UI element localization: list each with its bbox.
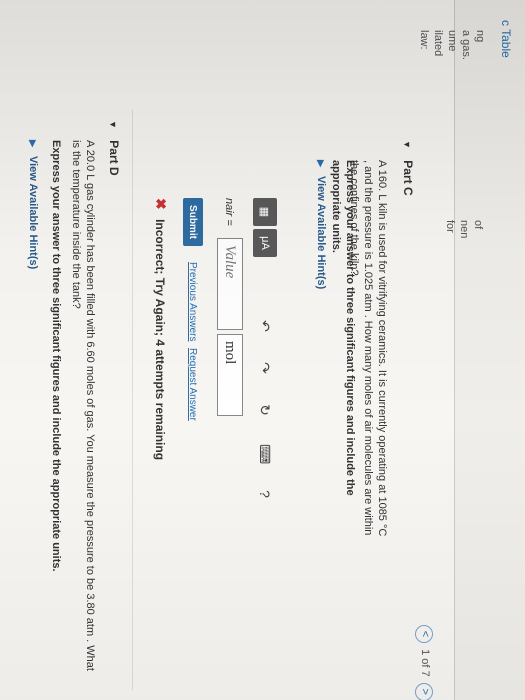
part-d-title: Part D	[107, 140, 121, 176]
part-d-hints-link[interactable]: ▶ View Available Hint(s)	[27, 140, 39, 269]
expand-arrow-icon: ▶	[28, 140, 38, 147]
value-input[interactable]: Value	[217, 238, 243, 330]
section-divider	[132, 110, 133, 690]
sidebar-line: law:	[418, 30, 430, 50]
screen: c Table ng a gas. ume ilated law: of nen…	[0, 0, 525, 700]
sidebar-line: ilated	[432, 30, 444, 57]
pager: < 1 of 7 >	[415, 622, 433, 700]
pager-next-button[interactable]: >	[415, 682, 433, 700]
sidebar-cutoff: c Table ng a gas. ume ilated law: of nen…	[418, 0, 525, 700]
feedback-message: ✖ Incorrect; Try Again; 4 attempts remai…	[152, 198, 169, 460]
part-d-header[interactable]: ▼ Part D	[107, 120, 121, 176]
feedback-text: Incorrect; Try Again; 4 attempts remaini…	[153, 219, 167, 461]
unit-input[interactable]: mol	[217, 334, 243, 416]
sidebar-line: ng	[474, 30, 486, 43]
part-d-question: A 20.0 L gas cylinder has been filled wi…	[70, 140, 96, 671]
incorrect-x-icon: ✖	[153, 198, 169, 210]
sidebar-text-2: of nen for	[443, 220, 485, 280]
units-button[interactable]: μA	[253, 229, 277, 257]
part-c-hints-link[interactable]: ▶ View Available Hint(s)	[315, 160, 327, 289]
hints-label: View Available Hint(s)	[315, 175, 327, 290]
sidebar-line: a gas.	[460, 30, 472, 60]
template-button[interactable]: ▦	[253, 198, 277, 226]
reset-icon[interactable]: ↻	[256, 402, 273, 418]
part-c-instruction: Express your answer to three significant…	[330, 160, 356, 496]
pager-label: 1 of 7	[419, 649, 431, 677]
toolbar-actions: ↶ ↷ ↻ ⌨ ?	[256, 318, 273, 502]
part-d-instruction: Express your answer to three significant…	[50, 140, 62, 572]
keyboard-icon[interactable]: ⌨	[256, 444, 273, 464]
constants-table-link[interactable]: c Table	[499, 20, 513, 58]
part-c-header[interactable]: ▼ Part C	[401, 140, 415, 196]
collapse-triangle-icon: ▼	[402, 140, 412, 149]
collapse-triangle-icon: ▼	[108, 120, 118, 129]
variable-label: nair =	[223, 198, 235, 226]
sidebar-line: nen	[458, 220, 470, 239]
pager-prev-button[interactable]: <	[415, 625, 433, 643]
previous-answers-link[interactable]: Previous Answers	[187, 262, 198, 341]
sidebar-line: ume	[446, 30, 458, 52]
submit-button[interactable]: Submit	[183, 198, 203, 246]
undo-icon[interactable]: ↶	[256, 318, 273, 334]
part-c-title: Part C	[401, 160, 415, 196]
sidebar-line: for	[444, 220, 456, 233]
request-answer-link[interactable]: Request Answer	[187, 348, 198, 421]
expand-arrow-icon: ▶	[316, 160, 326, 167]
help-icon[interactable]: ?	[256, 486, 273, 502]
math-toolbar: ▦ μA	[253, 198, 277, 298]
sidebar-text: ng a gas. ume ilated law:	[417, 30, 487, 180]
hints-label: View Available Hint(s)	[27, 155, 39, 270]
sidebar-line: of	[472, 220, 484, 230]
redo-icon[interactable]: ↷	[256, 360, 273, 376]
